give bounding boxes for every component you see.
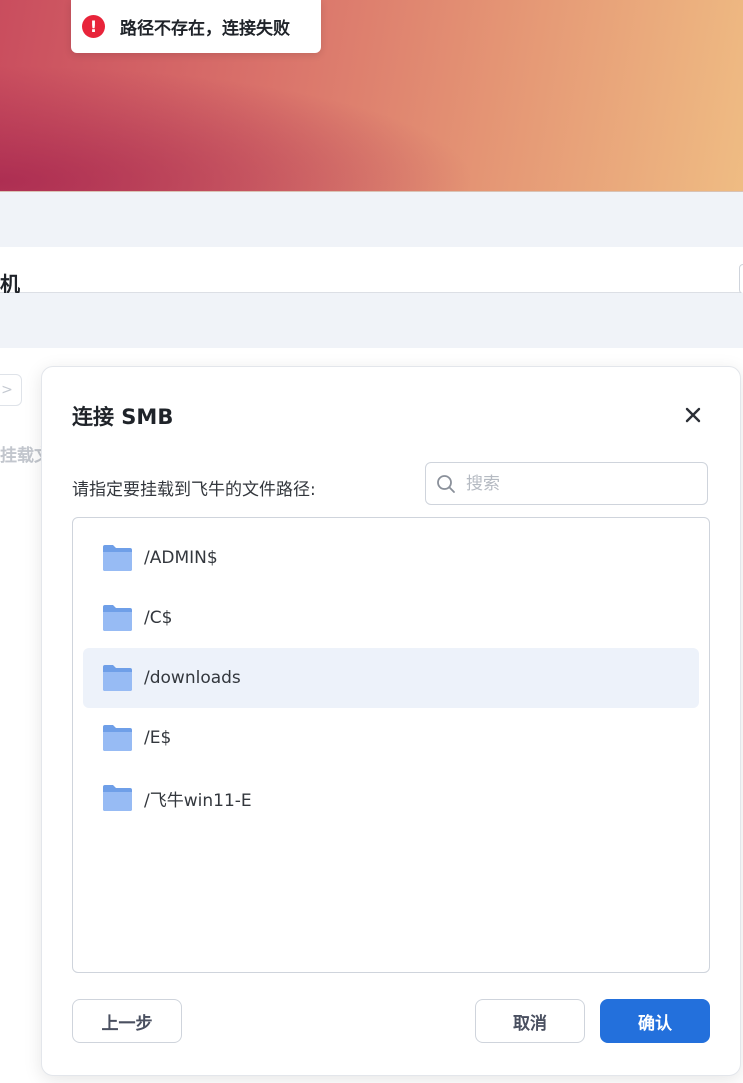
cancel-button[interactable]: 取消	[475, 999, 585, 1043]
list-item[interactable]: /C$	[83, 588, 699, 648]
folder-list: /ADMIN$ /C$ /downloads /E$ /飞牛win11-E	[72, 517, 710, 973]
error-toast: ! 路径不存在，连接失败	[71, 0, 321, 53]
folder-label: /飞牛win11-E	[144, 790, 252, 811]
dialog-title: 连接 SMB	[72, 405, 174, 429]
error-icon: !	[82, 15, 105, 38]
list-item-selected[interactable]: /downloads	[83, 648, 699, 708]
folder-label: /C$	[144, 608, 173, 628]
path-prompt: 请指定要挂载到飞牛的文件路径:	[72, 480, 316, 500]
folder-icon	[103, 605, 132, 631]
toast-message: 路径不存在，连接失败	[120, 19, 290, 39]
folder-label: /downloads	[144, 668, 241, 688]
background-nav-arrow: >	[0, 374, 22, 406]
confirm-button[interactable]: 确认	[600, 999, 710, 1043]
folder-icon	[103, 545, 132, 571]
close-button[interactable]	[678, 400, 708, 430]
background-band-lower	[0, 293, 743, 348]
close-icon	[685, 407, 701, 423]
folder-icon	[103, 725, 132, 751]
folder-icon	[103, 665, 132, 691]
background-row	[0, 247, 743, 293]
list-item[interactable]: /ADMIN$	[83, 528, 699, 588]
search-input[interactable]	[464, 472, 698, 495]
list-item[interactable]: /E$	[83, 708, 699, 768]
search-icon	[436, 474, 456, 494]
back-button[interactable]: 上一步	[72, 999, 182, 1043]
background-button-edge	[739, 264, 743, 294]
background-band	[0, 192, 743, 247]
folder-label: /ADMIN$	[144, 548, 218, 568]
search-box[interactable]	[425, 462, 708, 505]
folder-label: /E$	[144, 728, 172, 748]
list-item[interactable]: /飞牛win11-E	[83, 768, 699, 828]
folder-icon	[103, 785, 132, 811]
connect-smb-dialog: 连接 SMB 请指定要挂载到飞牛的文件路径: /ADMIN$	[41, 366, 741, 1076]
